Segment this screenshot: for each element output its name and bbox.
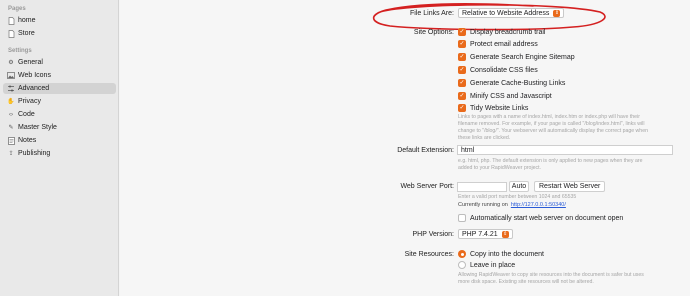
hand-icon: ✋ (7, 99, 15, 105)
checkbox-checked-icon[interactable]: ✓ (458, 28, 466, 36)
web-server-port-help: Enter a valid port number between 1024 a… (458, 194, 577, 200)
option-cache-busting[interactable]: ✓ Generate Cache-Busting Links (458, 79, 565, 87)
option-label: Automatically start web server on docume… (470, 214, 624, 222)
local-server-link[interactable]: http://127.0.0.1:50340/ (511, 202, 566, 208)
sidebar-item-label: Store (18, 30, 35, 37)
sidebar-item-label: Advanced (18, 85, 50, 92)
sidebar-item-label: Web Icons (18, 72, 51, 79)
sidebar-item-store[interactable]: Store (3, 28, 116, 39)
option-leave-in-place[interactable]: Leave in place (458, 261, 515, 269)
web-server-port-label: Web Server Port: (400, 183, 454, 190)
restart-web-server-button[interactable]: Restart Web Server (534, 181, 606, 192)
file-links-value: Relative to Website Address (462, 9, 550, 17)
site-resources-help: Allowing RapidWeaver to copy site resour… (458, 272, 644, 285)
sidebar: Pages home Store Settings ⚙ General Web … (0, 0, 119, 296)
sidebar-item-notes[interactable]: Notes (3, 135, 116, 146)
sidebar-item-home[interactable]: home (3, 15, 116, 26)
sidebar-item-label: Master Style (18, 124, 57, 131)
popup-arrows-icon: ⇕ (501, 230, 509, 238)
auto-port-button[interactable]: Auto (509, 181, 529, 192)
option-label: Generate Search Engine Sitemap (470, 53, 575, 61)
default-extension-field[interactable]: html (457, 145, 673, 155)
file-links-popup[interactable]: Relative to Website Address ⇕ (458, 8, 565, 18)
option-display-breadcrumb[interactable]: ✓ Display breadcrumb trail (458, 28, 545, 36)
option-label: Copy into the document (470, 250, 544, 258)
sidebar-item-label: Code (18, 111, 35, 118)
checkbox-checked-icon[interactable]: ✓ (458, 92, 466, 100)
php-version-value: PHP 7.4.21 (462, 230, 498, 238)
option-label: Tidy Website Links (470, 104, 529, 112)
option-label: Display breadcrumb trail (470, 28, 546, 36)
option-label: Leave in place (470, 261, 516, 269)
gear-icon: ⚙ (8, 60, 14, 66)
file-links-label: File Links Are: (410, 10, 454, 17)
option-label: Generate Cache-Busting Links (470, 79, 566, 87)
checkbox-unchecked-icon[interactable] (458, 214, 466, 222)
page-icon (7, 29, 15, 38)
sidebar-item-label: Publishing (18, 150, 51, 157)
notes-icon (7, 136, 15, 145)
code-icon: ‹› (9, 111, 13, 118)
upload-icon: ⇪ (8, 151, 14, 157)
checkbox-checked-icon[interactable]: ✓ (458, 53, 466, 61)
sidebar-item-privacy[interactable]: ✋ Privacy (3, 96, 116, 107)
option-label: Consolidate CSS files (470, 66, 538, 74)
image-icon (7, 72, 15, 80)
php-version-popup[interactable]: PHP 7.4.21 ⇕ (458, 229, 513, 239)
settings-section-header: Settings (8, 48, 32, 54)
option-protect-email[interactable]: ✓ Protect email address (458, 40, 538, 48)
option-label: Protect email address (470, 40, 538, 48)
sidebar-item-label: General (18, 59, 43, 66)
web-server-port-field[interactable] (457, 181, 507, 192)
sidebar-item-label: Privacy (18, 98, 41, 105)
sidebar-item-label: home (18, 17, 36, 24)
sidebar-item-label: Notes (18, 137, 37, 144)
option-copy-into-document[interactable]: Copy into the document (458, 250, 544, 258)
sidebar-item-code[interactable]: ‹› Code (3, 109, 116, 120)
option-label: Minify CSS and Javascript (470, 92, 552, 100)
currently-running: Currently running on http://127.0.0.1:50… (458, 202, 566, 208)
option-minify[interactable]: ✓ Minify CSS and Javascript (458, 92, 552, 100)
default-extension-label: Default Extension: (397, 147, 454, 154)
php-version-label: PHP Version: (412, 231, 454, 238)
option-search-sitemap[interactable]: ✓ Generate Search Engine Sitemap (458, 53, 575, 61)
checkbox-checked-icon[interactable]: ✓ (458, 66, 466, 74)
option-autostart-web-server[interactable]: Automatically start web server on docume… (458, 214, 623, 222)
radio-unselected-icon[interactable] (458, 261, 466, 269)
page-icon (7, 16, 15, 25)
paintbrush-icon: ✎ (8, 125, 14, 131)
default-extension-help: e.g. html, php. The default extension is… (458, 158, 643, 171)
site-options-label: Site Options: (413, 29, 454, 36)
sidebar-item-web-icons[interactable]: Web Icons (3, 70, 116, 81)
sidebar-item-master-style[interactable]: ✎ Master Style (3, 122, 116, 133)
sidebar-item-publishing[interactable]: ⇪ Publishing (3, 148, 116, 159)
radio-selected-icon[interactable] (458, 250, 466, 258)
option-tidy-links[interactable]: ✓ Tidy Website Links (458, 104, 528, 112)
currently-running-label: Currently running on (458, 202, 508, 208)
checkbox-checked-icon[interactable]: ✓ (458, 79, 466, 87)
popup-arrows-icon: ⇕ (553, 9, 561, 17)
checkbox-checked-icon[interactable]: ✓ (458, 40, 466, 48)
sliders-icon (7, 85, 15, 93)
site-resources-label: Site Resources: (404, 251, 454, 258)
pages-section-header: Pages (8, 6, 26, 12)
option-consolidate-css[interactable]: ✓ Consolidate CSS files (458, 66, 538, 74)
tidy-links-help: Links to pages with a name of index.html… (458, 114, 648, 141)
sidebar-item-advanced[interactable]: Advanced (3, 83, 116, 94)
sidebar-item-general[interactable]: ⚙ General (3, 57, 116, 68)
checkbox-checked-icon[interactable]: ✓ (458, 104, 466, 112)
advanced-settings-panel: File Links Are: Relative to Website Addr… (120, 0, 690, 296)
